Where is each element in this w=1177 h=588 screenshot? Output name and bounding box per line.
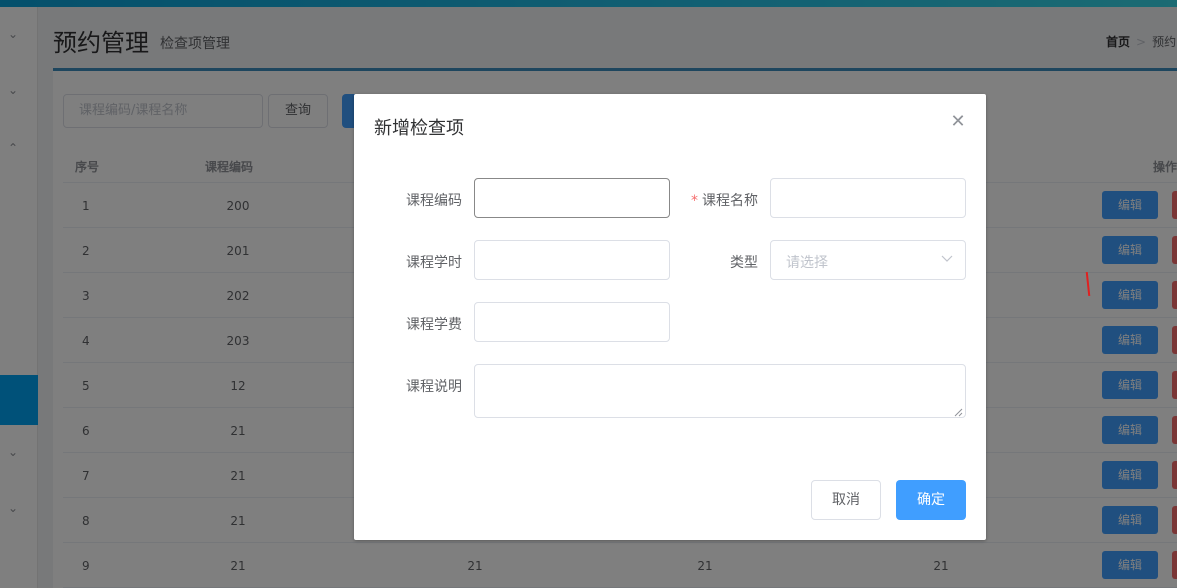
desc-textarea[interactable] — [474, 364, 966, 418]
cancel-button[interactable]: 取消 — [811, 480, 881, 520]
type-select-placeholder: 请选择 — [786, 255, 828, 271]
name-label: 课程名称 — [702, 193, 758, 209]
dialog-title: 新增检查项 — [374, 118, 464, 139]
add-item-dialog: 新增检查项 ✕ 课程编码 * 课程名称 课程学时 类型 请选择 课程学费 课程说明… — [354, 94, 986, 540]
desc-label: 课程说明 — [406, 379, 462, 395]
code-label: 课程编码 — [406, 193, 462, 209]
fee-label: 课程学费 — [406, 317, 462, 333]
fee-field[interactable] — [474, 302, 670, 342]
type-select[interactable]: 请选择 — [770, 240, 966, 280]
code-field[interactable] — [474, 178, 670, 218]
name-field[interactable] — [770, 178, 966, 218]
type-label: 类型 — [730, 255, 758, 271]
confirm-button[interactable]: 确定 — [896, 480, 966, 520]
name-label-wrap: * 课程名称 — [668, 190, 758, 210]
hours-field[interactable] — [474, 240, 670, 280]
required-star: * — [691, 193, 698, 209]
close-icon[interactable]: ✕ — [948, 112, 968, 132]
hours-label: 课程学时 — [406, 255, 462, 271]
chevron-down-icon — [941, 252, 953, 264]
resize-handle-icon[interactable] — [954, 406, 963, 417]
